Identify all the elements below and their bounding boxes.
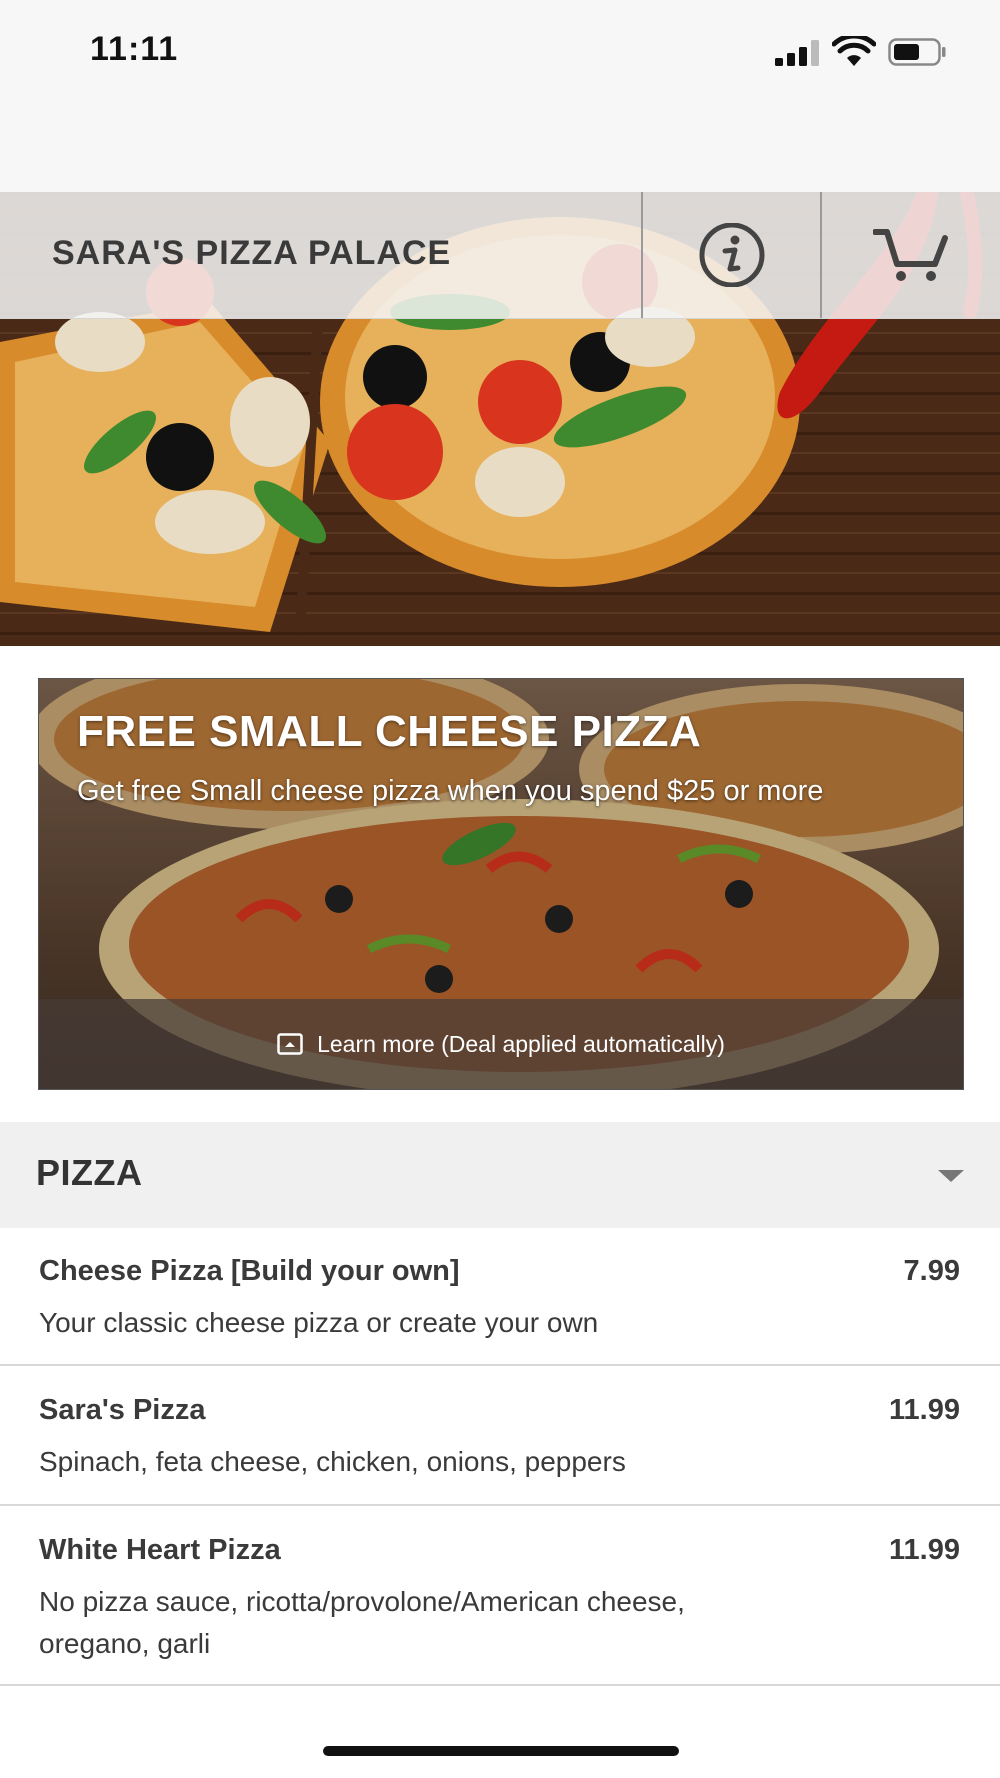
status-bar: 11:11 (0, 0, 1000, 192)
category-title: PIZZA (36, 1152, 143, 1193)
cart-icon (873, 229, 948, 281)
expand-icon (277, 1033, 303, 1055)
chevron-down-icon (938, 1170, 964, 1182)
menu-item-description: Spinach, feta cheese, chicken, onions, p… (39, 1446, 626, 1477)
promo-title: FREE SMALL CHEESE PIZZA (77, 707, 702, 756)
status-time: 11:11 (90, 30, 179, 68)
category-header-pizza[interactable]: PIZZA (0, 1122, 1000, 1228)
menu-item[interactable]: Sara's Pizza 11.99 Spinach, feta cheese,… (0, 1366, 1000, 1506)
home-indicator[interactable] (323, 1746, 679, 1756)
info-button[interactable] (643, 192, 820, 318)
promo-card[interactable]: FREE SMALL CHEESE PIZZA Get free Small c… (38, 678, 964, 1090)
menu-item[interactable]: Cheese Pizza [Build your own] 7.99 Your … (0, 1228, 1000, 1366)
wifi-icon (832, 36, 876, 66)
menu-item-price: 11.99 (889, 1534, 960, 1566)
menu-item-price: 11.99 (889, 1394, 960, 1426)
menu-item-name: Cheese Pizza [Build your own] (39, 1255, 460, 1287)
promo-subtitle: Get free Small cheese pizza when you spe… (77, 775, 824, 807)
menu-item-price: 7.99 (903, 1255, 960, 1287)
app-header: SARA'S PIZZA PALACE (0, 192, 1000, 319)
signal-icon (775, 40, 819, 66)
promo-link-text: Learn more (Deal applied automatically) (317, 1030, 725, 1057)
menu-item-description: No pizza sauce, ricotta/provolone/Americ… (39, 1586, 685, 1659)
promo-learn-more[interactable]: Learn more (Deal applied automatically) (39, 999, 963, 1089)
info-icon (699, 223, 764, 287)
cart-button[interactable] (822, 192, 1000, 318)
menu-item[interactable]: White Heart Pizza 11.99 No pizza sauce, … (0, 1506, 1000, 1686)
menu-item-name: White Heart Pizza (39, 1534, 281, 1566)
restaurant-name: SARA'S PIZZA PALACE (52, 234, 452, 272)
menu-item-description: Your classic cheese pizza or create your… (39, 1307, 599, 1338)
menu-item-name: Sara's Pizza (39, 1394, 206, 1426)
battery-icon (888, 38, 946, 66)
